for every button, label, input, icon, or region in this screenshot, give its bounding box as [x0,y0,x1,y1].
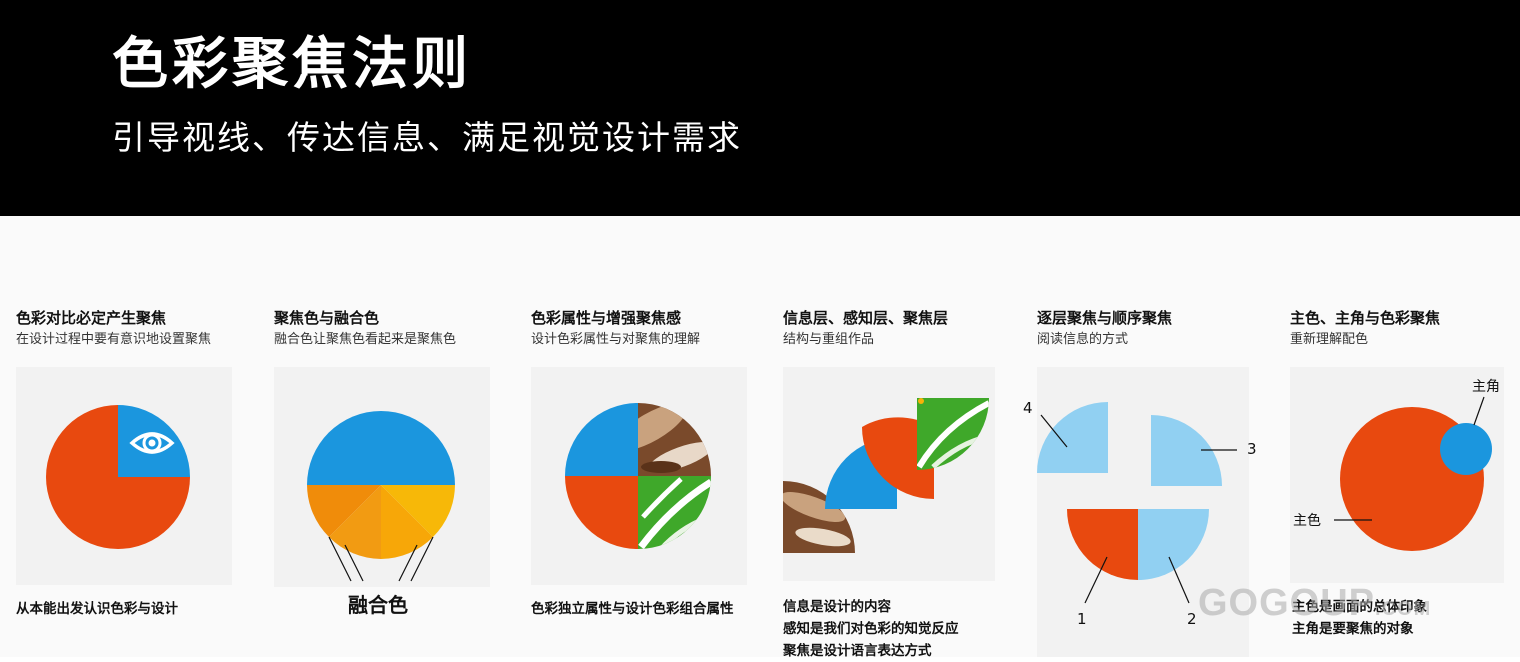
card-4-title: 信息层、感知层、聚焦层 [783,309,949,327]
card-2-title: 聚焦色与融合色 [274,309,380,327]
page-title: 色彩聚焦法则 [112,32,472,97]
card-1-note-1: 从本能出发认识色彩与设计 [16,601,178,617]
card-5-title: 逐层聚焦与顺序聚焦 [1037,309,1173,327]
card-3-figure [531,367,747,585]
card-1-title: 色彩对比必定产生聚焦 [16,309,167,327]
card-4-note-3: 聚焦是设计语言表达方式 [783,643,932,659]
quarter-1 [1067,509,1138,580]
watermark-main: GOGOUP [1198,582,1376,624]
page-subtitle: 引导视线、传达信息、满足视觉设计需求 [112,118,742,157]
blend-color-label: 融合色 [348,593,408,617]
card-6-title: 主色、主角与色彩聚焦 [1290,309,1441,327]
order-label-4: 4 [1023,399,1033,417]
protagonist-label: 主角 [1472,379,1500,395]
card-3-note-1: 色彩独立属性与设计色彩组合属性 [531,601,734,617]
quadrant-blue [565,403,638,476]
order-label-2: 2 [1187,610,1197,628]
quadrant-bottom-left [46,477,118,549]
card-1-subtitle: 在设计过程中要有意识地设置聚焦 [16,332,212,347]
card-2-figure: 融合色 [274,367,490,617]
card-2-subtitle: 融合色让聚焦色看起来是聚焦色 [274,332,457,347]
card-4-subtitle: 结构与重组作品 [783,332,875,347]
quarter-4 [1037,402,1108,473]
card-6-figure: 主角 主色 [1290,367,1504,583]
quadrant-bottom-right [118,477,190,549]
card-3-title: 色彩属性与增强聚焦感 [531,309,682,327]
blue-half [307,411,455,485]
quarter-2 [1138,509,1209,580]
watermark-suffix: .COM [1375,598,1432,620]
quadrant-red [565,476,638,549]
card-4-note-2: 感知是我们对色彩的知觉反应 [783,621,959,637]
header-banner: 色彩聚焦法则 引导视线、传达信息、满足视觉设计需求 [0,0,1520,216]
card-1-notes: 从本能出发认识色彩与设计 [16,598,178,620]
order-label-3: 3 [1247,440,1257,458]
card-6-subtitle: 重新理解配色 [1290,332,1369,347]
order-label-1: 1 [1077,610,1087,628]
watermark-logo: GOGOUP.COM [1198,582,1431,625]
card-4-notes: 信息是设计的内容 感知是我们对色彩的知觉反应 聚焦是设计语言表达方式 [783,596,959,662]
quadrant-top-left [46,405,118,477]
card-1-figure [16,367,232,585]
protagonist-circle [1440,423,1492,475]
card-3-notes: 色彩独立属性与设计色彩组合属性 [531,598,734,620]
leaf-layer-quarter [917,398,989,470]
card-4-note-1: 信息是设计的内容 [783,599,891,615]
card-4-figure [783,367,995,581]
card-5-subtitle: 阅读信息的方式 [1037,332,1129,347]
card-3-subtitle: 设计色彩属性与对聚焦的理解 [531,332,701,347]
leaf-texture-quadrant [638,476,711,549]
main-color-label: 主色 [1293,513,1321,529]
